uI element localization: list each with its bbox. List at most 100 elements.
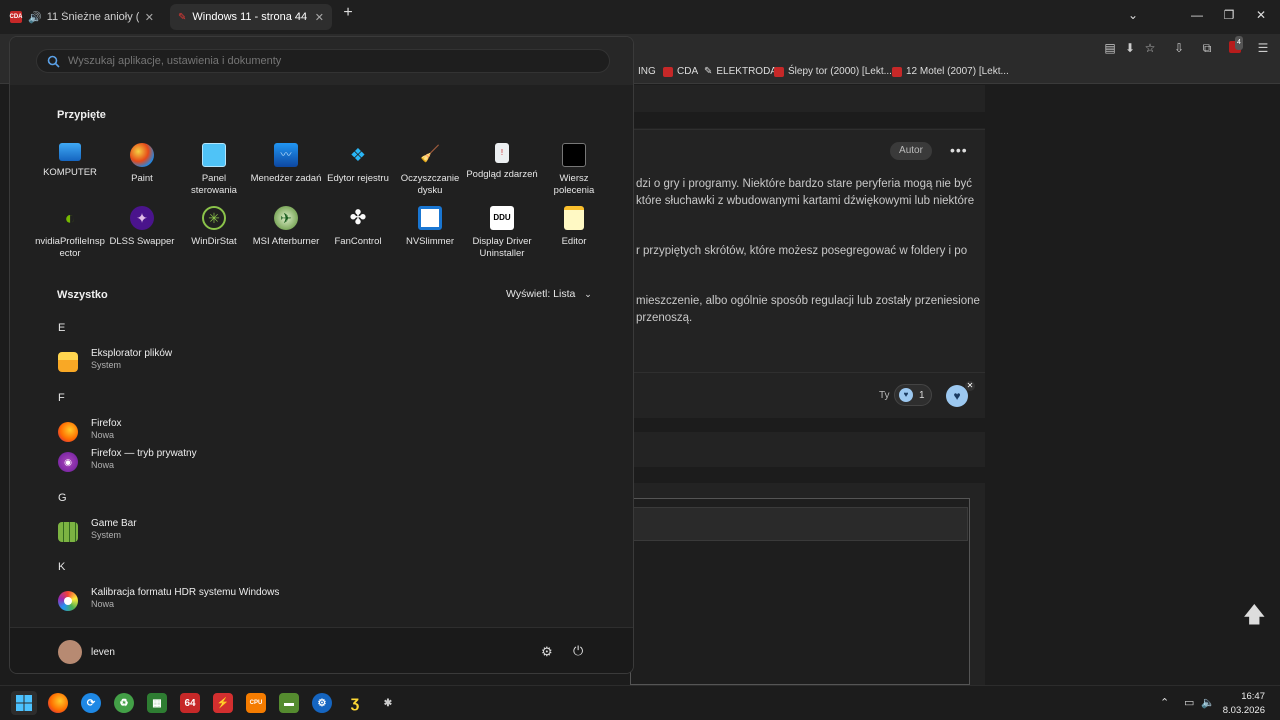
taskbar-steam-icon[interactable]: ⚙ bbox=[312, 693, 332, 713]
bookmark-12-motel[interactable]: 12 Motel (2007) [Lekt... bbox=[892, 66, 1009, 77]
app-subtitle: System bbox=[91, 530, 122, 540]
audio-icon[interactable]: 🔊 bbox=[28, 11, 42, 24]
reaction-pill[interactable]: ♥ 1 bbox=[894, 384, 932, 406]
pinned-app-label: nvidiaProfileInspector bbox=[35, 236, 105, 259]
app-name: Eksplorator plików bbox=[91, 348, 173, 359]
pinned-app-menedzer-zadan[interactable]: 〰 Menedżer zadań bbox=[250, 143, 322, 185]
taskbar-app-green-icon[interactable]: ♻ bbox=[114, 693, 134, 713]
pinned-app-windirstat[interactable]: ✳ WinDirStat bbox=[178, 206, 250, 248]
taskbar-gpu-icon[interactable]: ▬ bbox=[279, 693, 299, 713]
user-avatar[interactable] bbox=[58, 640, 82, 664]
pinned-app-nvidia-profile-inspector[interactable]: ◐ nvidiaProfileInspector bbox=[34, 206, 106, 260]
volume-icon[interactable]: 🔈 bbox=[1201, 696, 1215, 709]
tray-chevron-up-icon[interactable]: ⌃ bbox=[1160, 696, 1169, 709]
taskbar-app-yellow-icon[interactable]: ʒ bbox=[345, 693, 365, 713]
pinned-app-panel-sterowania[interactable]: Panel sterowania bbox=[178, 143, 250, 197]
pinned-app-label: WinDirStat bbox=[191, 236, 237, 247]
app-row-hdr-calibration[interactable]: Kalibracja formatu HDR systemu Windows N… bbox=[56, 587, 456, 615]
reader-view-icon[interactable]: ▤ bbox=[1103, 41, 1117, 55]
taskbar-aida64-icon[interactable]: 64 bbox=[180, 693, 200, 713]
search-input[interactable] bbox=[68, 55, 588, 67]
pinned-app-komputer[interactable]: KOMPUTER bbox=[34, 143, 106, 179]
app-row-eksplorator[interactable]: Eksplorator plików System bbox=[56, 348, 456, 376]
dlss-swapper-icon: ✦ bbox=[130, 206, 154, 230]
clock-time[interactable]: 16:47 bbox=[1230, 691, 1265, 702]
tab-title: 11 Śnieżne anioły (2007) [L bbox=[46, 11, 139, 23]
ublock-extension-icon[interactable]: 4 bbox=[1228, 36, 1243, 55]
power-icon[interactable]: ⏻ bbox=[573, 643, 583, 659]
browser-tab-cda[interactable]: CDA 🔊 11 Śnieżne anioły (2007) [L ✕ bbox=[2, 4, 162, 30]
settings-gear-icon[interactable]: ⚙ bbox=[541, 644, 553, 660]
group-letter-f[interactable]: F bbox=[58, 392, 65, 404]
pinned-app-msi-afterburner[interactable]: ✈ MSI Afterburner bbox=[250, 206, 322, 248]
app-row-firefox-private[interactable]: ◉ Firefox — tryb prywatny Nowa bbox=[56, 448, 456, 476]
pinned-app-fancontrol[interactable]: ✤ FanControl bbox=[322, 206, 394, 248]
taskbar-firefox-icon[interactable] bbox=[48, 693, 68, 713]
nvslimmer-icon bbox=[418, 206, 442, 230]
view-mode-button[interactable]: Wyświetl: Lista ⌄ bbox=[506, 288, 592, 300]
windows-logo-icon bbox=[16, 695, 32, 711]
bookmark-label: CDA bbox=[677, 66, 699, 77]
app-row-firefox[interactable]: Firefox Nowa bbox=[56, 418, 456, 446]
new-tab-icon[interactable]: + bbox=[341, 5, 355, 21]
app-name: Game Bar bbox=[91, 518, 137, 529]
windirstat-icon: ✳ bbox=[202, 206, 226, 230]
browser-tab-elektroda[interactable]: ✎ Windows 11 - strona 44 - Wind ✕ bbox=[170, 4, 332, 30]
bookmark-star-icon[interactable]: ☆ bbox=[1143, 41, 1157, 55]
more-options-icon[interactable]: ••• bbox=[950, 142, 968, 158]
task-manager-icon: 〰 bbox=[274, 143, 298, 167]
remove-reaction-icon[interactable]: ✕ bbox=[965, 381, 975, 391]
author-badge: Autor bbox=[890, 142, 932, 160]
embedded-image-header bbox=[631, 507, 968, 541]
computer-icon bbox=[59, 143, 81, 161]
menu-hamburger-icon[interactable]: ☰ bbox=[1256, 41, 1270, 55]
app-subtitle: System bbox=[91, 360, 122, 370]
taskbar-cpuz-icon[interactable]: CPU bbox=[246, 693, 266, 713]
pinned-app-podglad-zdarzen[interactable]: ! Podgląd zdarzeń bbox=[466, 143, 538, 181]
restore-icon[interactable]: ❐ bbox=[1222, 8, 1236, 22]
downloads-icon[interactable]: ⇩ bbox=[1172, 41, 1186, 55]
app-subtitle: Nowa bbox=[91, 430, 115, 440]
bookmark-elektroda[interactable]: ✎ ELEKTRODA bbox=[704, 66, 777, 77]
pinned-app-ddu[interactable]: DDU Display Driver Uninstaller bbox=[466, 206, 538, 260]
bookmark-cda[interactable]: CDA bbox=[663, 66, 698, 77]
group-letter-g[interactable]: G bbox=[58, 492, 67, 504]
clock-date[interactable]: 8.03.2026 bbox=[1222, 705, 1265, 716]
group-letter-k[interactable]: K bbox=[58, 561, 65, 573]
group-letter-e[interactable]: E bbox=[58, 322, 65, 334]
pinned-app-editor[interactable]: Editor bbox=[538, 206, 610, 248]
pinned-app-paint[interactable]: Paint bbox=[106, 143, 178, 185]
taskbar-app-blue-icon[interactable]: ⟳ bbox=[81, 693, 101, 713]
close-tab-icon[interactable]: ✕ bbox=[315, 11, 324, 24]
tab-list-chevron-icon[interactable]: ⌄ bbox=[1126, 8, 1140, 22]
pinned-app-label: Oczyszczanie dysku bbox=[400, 173, 460, 196]
extensions-icon[interactable]: ⧉ bbox=[1200, 41, 1214, 55]
save-to-pocket-icon[interactable]: ⬇ bbox=[1123, 41, 1137, 55]
pinned-section-title: Przypięte bbox=[57, 109, 106, 121]
post-separator-card bbox=[630, 432, 985, 467]
cda-favicon-icon bbox=[892, 66, 902, 77]
taskbar-app-flash-icon[interactable]: ⚡ bbox=[213, 693, 233, 713]
taskbar-app-bug-icon[interactable]: ✱ bbox=[378, 693, 398, 713]
pinned-app-wiersz-polecenia[interactable]: Wiersz polecenia bbox=[538, 143, 610, 197]
app-row-game-bar[interactable]: Game Bar System bbox=[56, 518, 456, 546]
extension-badge: 4 bbox=[1235, 36, 1243, 50]
user-name[interactable]: leven bbox=[91, 647, 115, 658]
window-close-icon[interactable]: ✕ bbox=[1254, 8, 1268, 22]
start-search-box[interactable] bbox=[36, 49, 610, 73]
post-text-line: przenoszą. bbox=[636, 312, 693, 324]
bookmark-ing[interactable]: ING bbox=[638, 66, 656, 77]
minimize-icon[interactable]: — bbox=[1190, 8, 1204, 22]
taskbar-app-spreadsheet-icon[interactable]: ▦ bbox=[147, 693, 167, 713]
network-icon[interactable]: ▭ bbox=[1184, 696, 1194, 709]
bookmark-slepy-tor[interactable]: Ślepy tor (2000) [Lekt... bbox=[774, 66, 892, 77]
scroll-to-top-icon[interactable]: 🡅 bbox=[1243, 598, 1266, 636]
pinned-app-dlss-swapper[interactable]: ✦ DLSS Swapper bbox=[106, 206, 178, 248]
close-tab-icon[interactable]: ✕ bbox=[145, 11, 154, 24]
pinned-app-edytor-rejestru[interactable]: ❖ Edytor rejestru bbox=[322, 143, 394, 185]
event-viewer-icon: ! bbox=[495, 143, 509, 163]
divider bbox=[630, 129, 985, 130]
pinned-app-nvslimmer[interactable]: NVSlimmer bbox=[394, 206, 466, 248]
pinned-app-oczyszczanie-dysku[interactable]: 🧹 Oczyszczanie dysku bbox=[394, 143, 466, 197]
start-button[interactable] bbox=[11, 691, 37, 715]
